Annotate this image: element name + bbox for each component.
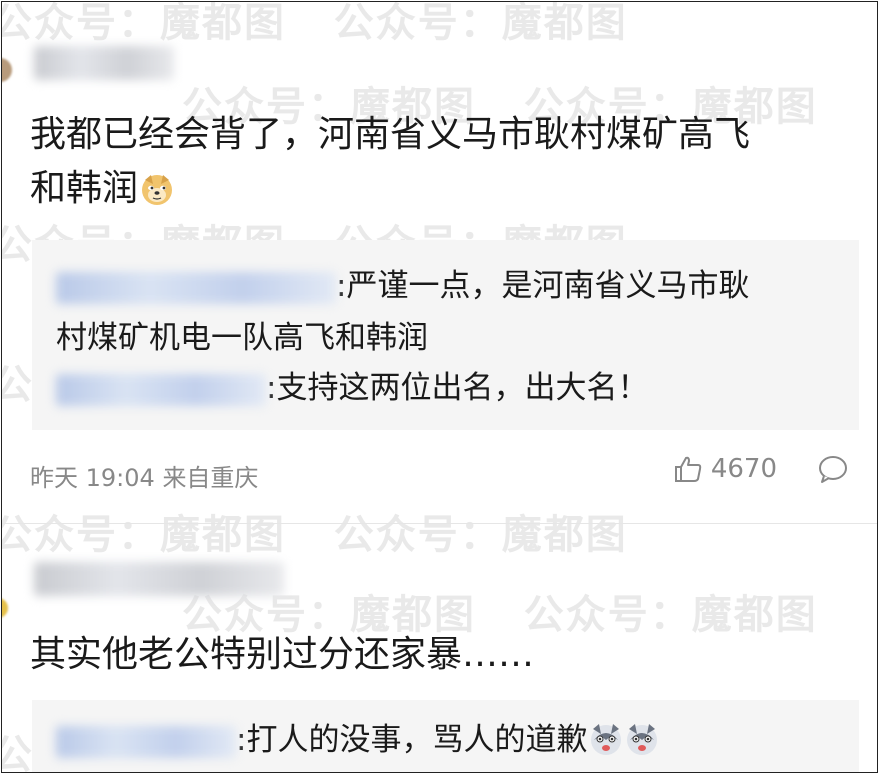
husky-emoji-icon <box>627 724 658 755</box>
comment-actions: 4670 <box>673 454 849 484</box>
comment-card: 其实他老公特别过分还家暴…… :打人的没事，骂人的道歉 <box>2 524 877 772</box>
husky-emoji-icon <box>591 724 622 755</box>
comment-meta: 昨天 19:04 来自重庆 <box>30 458 258 493</box>
comment-card: 我都已经会背了，河南省义马市耿村煤矿高飞 和韩润 :严谨一点，是河南省义马市耿 … <box>2 2 877 522</box>
reply-thread[interactable]: :严谨一点，是河南省义马市耿 村煤矿机电一队高飞和韩润 :支持这两位出名，出大名… <box>32 240 859 430</box>
avatar[interactable] <box>2 598 8 618</box>
username-blurred[interactable] <box>34 46 174 80</box>
comment-time: 昨天 19:04 <box>30 464 155 492</box>
comment-source: 来自重庆 <box>162 464 259 492</box>
thumbs-up-icon <box>674 456 702 482</box>
like-button[interactable]: 4670 <box>673 454 777 484</box>
username-blurred[interactable] <box>34 562 284 596</box>
comment-text: 我都已经会背了，河南省义马市耿村煤矿高飞 和韩润 <box>30 114 751 209</box>
reply-item: :支持这两位出名，出大名！ <box>56 368 648 408</box>
reply-item: :打人的没事，骂人的道歉 <box>56 720 659 760</box>
avatar[interactable] <box>2 58 12 82</box>
reply-item: :严谨一点，是河南省义马市耿 <box>56 266 749 306</box>
comment-text: 其实他老公特别过分还家暴…… <box>30 634 535 675</box>
reply-item-continued: 村煤矿机电一队高飞和韩润 <box>56 320 428 356</box>
comment-feed: 公众号：魔都图 公众号：魔都图 公众号：魔都图 公众号：魔都图 公众号：魔都图 … <box>1 1 878 773</box>
doge-icon <box>142 175 173 205</box>
comment-bubble-icon[interactable] <box>817 454 849 484</box>
reply-username-blurred[interactable] <box>56 271 336 304</box>
like-count: 4670 <box>710 454 777 484</box>
reply-thread[interactable]: :打人的没事，骂人的道歉 <box>32 700 859 772</box>
reply-username-blurred[interactable] <box>56 725 236 758</box>
reply-username-blurred[interactable] <box>56 373 266 406</box>
